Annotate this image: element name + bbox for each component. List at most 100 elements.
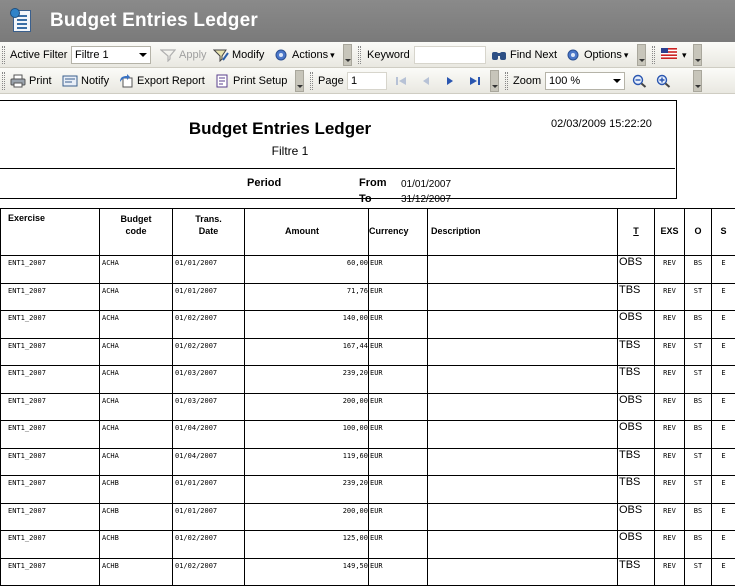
- keyword-input[interactable]: [414, 46, 486, 64]
- zoom-in-button[interactable]: [656, 68, 675, 94]
- cell-exs: REV: [654, 420, 685, 449]
- first-page-button[interactable]: [394, 68, 413, 94]
- toolbar-overflow-button[interactable]: [693, 70, 702, 92]
- window-title: Budget Entries Ledger: [50, 10, 258, 31]
- cell-exercise: ENT1_2007: [0, 310, 100, 339]
- modify-label: Modify: [232, 49, 265, 61]
- cell-trans-date: 01/04/2007: [172, 420, 245, 449]
- cell-trans-date: 01/01/2007: [172, 282, 245, 311]
- cell-description: [427, 282, 618, 311]
- print-setup-button[interactable]: Print Setup: [214, 68, 287, 94]
- cell-trans-date: 01/03/2007: [172, 365, 245, 394]
- page-label: Page: [318, 75, 344, 87]
- cell-description: [427, 255, 618, 284]
- toolbar-overflow-button[interactable]: [693, 44, 702, 66]
- toolbar-grip[interactable]: [310, 72, 313, 90]
- cell-exs: REV: [654, 255, 685, 284]
- from-value: 01/01/2007: [401, 179, 452, 190]
- export-report-button[interactable]: Export Report: [118, 68, 205, 94]
- cell-description: [427, 420, 618, 449]
- cell-budget-code: ACHB: [99, 530, 173, 559]
- column-header-s: S: [711, 208, 735, 256]
- actions-label: Actions: [292, 49, 329, 61]
- toolbar-overflow-button[interactable]: [295, 70, 304, 92]
- table-row: ENT1_2007 ACHA 01/02/2007 167,44 EUR TBS…: [0, 337, 735, 366]
- header-divider: [0, 168, 675, 169]
- toolbar-grip[interactable]: [505, 72, 508, 90]
- cell-budget-code: ACHA: [99, 420, 173, 449]
- cell-description: [427, 310, 618, 339]
- find-next-button[interactable]: Find Next: [491, 42, 557, 68]
- cell-budget-code: ACHA: [99, 282, 173, 311]
- cell-t: OBS: [617, 310, 655, 339]
- cell-description: [427, 502, 618, 531]
- language-menu-button[interactable]: [661, 42, 687, 68]
- cell-description: [427, 365, 618, 394]
- ledger-body: ENT1_2007 ACHA 01/01/2007 60,00 EUR OBS …: [0, 255, 735, 586]
- cell-amount: 100,00: [244, 420, 369, 449]
- cell-o: ST: [684, 557, 712, 586]
- cell-o: BS: [684, 310, 712, 339]
- toolbar-overflow-button[interactable]: [490, 70, 499, 92]
- notify-button[interactable]: Notify: [62, 68, 109, 94]
- report-header: Budget Entries Ledger Filtre 1 02/03/200…: [0, 100, 677, 205]
- cell-o: BS: [684, 530, 712, 559]
- last-page-button[interactable]: [468, 68, 487, 94]
- cell-o: BS: [684, 420, 712, 449]
- cell-s: E: [711, 337, 735, 366]
- gear-icon: [565, 48, 581, 62]
- toolbar-grip[interactable]: [358, 46, 361, 64]
- options-label: Options: [584, 49, 622, 61]
- cell-amount: 239,20: [244, 365, 369, 394]
- cell-t: OBS: [617, 530, 655, 559]
- cell-t: OBS: [617, 420, 655, 449]
- next-page-button[interactable]: [443, 68, 462, 94]
- cell-amount: 200,00: [244, 392, 369, 421]
- toolbar-overflow-button[interactable]: [637, 44, 646, 66]
- table-row: ENT1_2007 ACHA 01/01/2007 60,00 EUR OBS …: [0, 255, 735, 284]
- table-row: ENT1_2007 ACHB 01/02/2007 125,00 EUR OBS…: [0, 530, 735, 559]
- table-row: ENT1_2007 ACHB 01/01/2007 200,00 EUR OBS…: [0, 502, 735, 531]
- cell-s: E: [711, 365, 735, 394]
- cell-s: E: [711, 420, 735, 449]
- next-page-icon: [443, 74, 459, 88]
- previous-page-button[interactable]: [419, 68, 438, 94]
- cell-trans-date: 01/01/2007: [172, 255, 245, 284]
- options-menu-button[interactable]: Options: [565, 42, 628, 68]
- toolbar-grip[interactable]: [2, 72, 5, 90]
- chevron-down-icon[interactable]: [136, 47, 150, 63]
- cell-o: ST: [684, 447, 712, 476]
- table-row: ENT1_2007 ACHA 01/04/2007 100,00 EUR OBS…: [0, 420, 735, 449]
- cell-amount: 140,00: [244, 310, 369, 339]
- zoom-out-button[interactable]: [632, 68, 651, 94]
- print-button[interactable]: Print: [10, 68, 52, 94]
- active-filter-combo[interactable]: Filtre 1: [71, 46, 151, 64]
- toolbar-overflow-button[interactable]: [343, 44, 352, 66]
- zoom-out-icon: [632, 74, 648, 88]
- budget-code-header-line2: code: [125, 226, 147, 236]
- modify-button[interactable]: Modify: [212, 42, 265, 68]
- first-page-icon: [394, 74, 410, 88]
- cell-t: OBS: [617, 502, 655, 531]
- cell-trans-date: 01/01/2007: [172, 475, 245, 504]
- cell-t: TBS: [617, 365, 655, 394]
- apply-button[interactable]: Apply: [159, 42, 207, 68]
- cell-trans-date: 01/03/2007: [172, 392, 245, 421]
- chevron-down-icon[interactable]: [610, 73, 624, 89]
- report-viewer[interactable]: Budget Entries Ledger Filtre 1 02/03/200…: [0, 94, 735, 586]
- toolbar-grip[interactable]: [652, 46, 655, 64]
- column-header-currency: Currency: [368, 208, 428, 256]
- zoom-combo[interactable]: 100 %: [545, 72, 625, 90]
- cell-s: E: [711, 310, 735, 339]
- actions-menu-button[interactable]: Actions: [273, 42, 335, 68]
- cell-exs: REV: [654, 365, 685, 394]
- page-number-input[interactable]: 1: [347, 72, 387, 90]
- cell-s: E: [711, 502, 735, 531]
- column-header-trans-date: Trans. Date: [172, 208, 245, 256]
- cell-s: E: [711, 530, 735, 559]
- print-setup-label: Print Setup: [233, 75, 288, 87]
- cell-exercise: ENT1_2007: [0, 255, 100, 284]
- cell-amount: 167,44: [244, 337, 369, 366]
- cell-currency: EUR: [368, 475, 428, 504]
- toolbar-grip[interactable]: [2, 46, 5, 64]
